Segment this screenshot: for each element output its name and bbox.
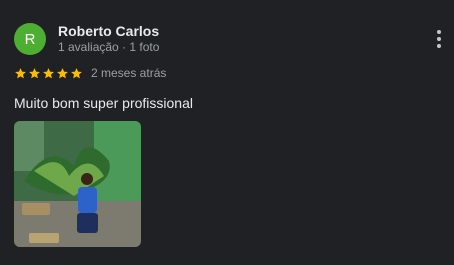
- review-text: Muito bom super profissional: [14, 95, 193, 111]
- star-rating: [14, 67, 83, 80]
- reviewer-meta[interactable]: 1 avaliação · 1 foto: [58, 40, 159, 54]
- more-dot: [437, 37, 441, 41]
- star-icon: [71, 67, 82, 78]
- more-dot: [437, 30, 441, 34]
- reviewer-name[interactable]: Roberto Carlos: [58, 23, 159, 39]
- rating-row: 2 meses atrás: [14, 66, 166, 80]
- more-dot: [437, 44, 441, 48]
- review-date: 2 meses atrás: [91, 66, 167, 80]
- avatar-initial: R: [24, 30, 36, 48]
- review-photo[interactable]: [14, 121, 141, 247]
- star-icon: [43, 67, 54, 78]
- star-icon: [57, 67, 68, 78]
- star-icon: [15, 67, 26, 78]
- star-icon: [29, 67, 40, 78]
- avatar[interactable]: R: [14, 23, 46, 55]
- more-options-icon[interactable]: [430, 30, 448, 48]
